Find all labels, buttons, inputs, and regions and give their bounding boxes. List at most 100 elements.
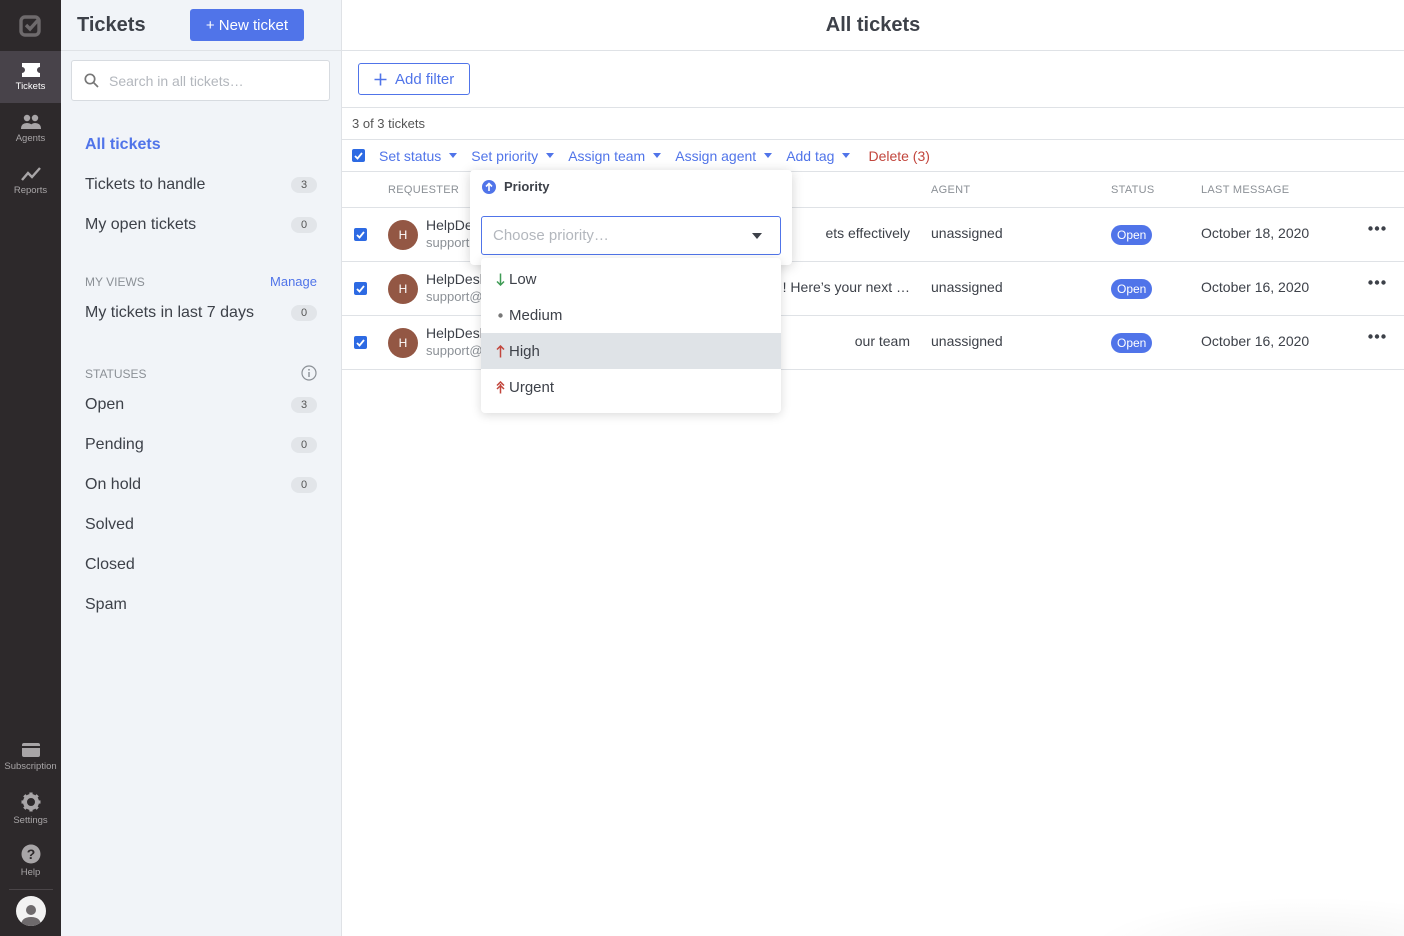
app-logo[interactable] [0,0,61,51]
bulk-actions-bar: Set status Set priority Assign team Assi… [342,140,1404,172]
priority-option-low[interactable]: Low [481,261,781,297]
ticket-agent: unassigned [931,225,1003,241]
sidebar-item-status-on-hold[interactable]: On hold 0 [85,465,317,505]
count-badge: 0 [291,437,317,453]
filter-bar: Add filter [342,51,1404,108]
assign-team-label: Assign team [568,147,646,164]
requester-avatar: H [388,274,418,304]
sidebar-item-my-open-tickets[interactable]: My open tickets 0 [85,205,317,245]
caret-down-icon [842,153,851,158]
rail-label: Reports [13,185,48,196]
priority-select[interactable]: Choose priority… [481,216,781,255]
subscription-icon [21,743,40,757]
requester-name: HelpDesk [426,271,487,287]
add-filter-label: Add filter [395,70,455,88]
rail-item-subscription[interactable]: Subscription [0,731,61,783]
info-icon[interactable] [301,365,317,381]
add-tag-button[interactable]: Add tag [786,147,851,164]
search-input[interactable] [109,72,317,89]
check-icon [354,151,363,160]
rail-label: Help [20,867,41,878]
priority-option-high[interactable]: High [481,333,781,369]
last-message-date: October 16, 2020 [1201,333,1310,349]
status-badge[interactable]: Open [1111,279,1153,299]
ticket-agent: unassigned [931,333,1003,349]
assign-team-button[interactable]: Assign team [568,147,662,164]
count-badge: 3 [291,397,317,413]
row-checkbox[interactable] [354,228,367,241]
caret-down-icon [449,153,458,158]
sidebar-item-label: Tickets to handle [85,176,206,193]
rail-item-help[interactable]: ? Help [0,835,61,887]
requester-avatar: H [388,328,418,358]
row-checkbox[interactable] [354,336,367,349]
sidebar-item-my-tickets-last-7-days[interactable]: My tickets in last 7 days 0 [85,293,317,333]
user-avatar[interactable] [15,896,46,926]
ticket-icon [21,63,40,77]
sidebar-item-label: My tickets in last 7 days [85,304,254,321]
status-badge[interactable]: Open [1111,333,1153,353]
select-all-checkbox[interactable] [352,149,365,162]
priority-option-medium[interactable]: Medium [481,297,781,333]
sidebar-item-status-pending[interactable]: Pending 0 [85,425,317,465]
sidebar-item-label: Open [85,396,125,413]
gear-icon [21,792,40,812]
user-icon [20,905,41,926]
manage-views-link[interactable]: Manage [270,274,317,289]
search-box[interactable] [71,60,330,101]
statuses-section: Statuses [85,355,317,385]
sidebar-item-label: Pending [85,436,144,453]
ticket-count: 3 of 3 tickets [342,108,1404,140]
column-header-requester[interactable]: Requester [388,184,459,196]
assign-agent-button[interactable]: Assign agent [675,147,773,164]
new-ticket-button[interactable]: + New ticket [189,9,304,41]
column-header-status[interactable]: Status [1111,184,1155,196]
sidebar-item-tickets-to-handle[interactable]: Tickets to handle 3 [85,165,317,205]
rail-item-tickets[interactable]: Tickets [0,51,61,103]
count-badge: 0 [291,305,317,321]
reports-icon [20,167,41,181]
set-status-button[interactable]: Set status [379,148,458,164]
set-priority-button[interactable]: Set priority [471,148,555,164]
more-options-icon[interactable] [1368,280,1386,285]
section-heading: My views [85,275,145,289]
sidebar-item-status-solved[interactable]: Solved [85,505,317,545]
delete-button[interactable]: Delete (3) [868,148,929,164]
more-options-icon[interactable] [1368,334,1386,339]
requester-email: support@ [426,343,483,358]
sidebar-item-status-open[interactable]: Open 3 [85,385,317,425]
my-views-section: My views Manage [85,263,317,293]
rail-item-settings[interactable]: Settings [0,783,61,835]
popover-title: Priority [482,179,550,194]
sidebar-item-status-spam[interactable]: Spam [85,585,317,625]
status-badge[interactable]: Open [1111,225,1153,245]
sidebar-item-all-tickets[interactable]: All tickets [85,125,317,165]
option-label: Low [509,270,537,288]
help-icon: ? [21,844,40,864]
count-badge: 0 [291,477,317,493]
rail-label: Settings [13,815,48,826]
option-label: Medium [509,306,563,324]
logo-icon [18,14,41,37]
column-header-last-message[interactable]: Last message [1201,184,1289,196]
rail-item-reports[interactable]: Reports [0,155,61,207]
more-options-icon[interactable] [1368,226,1386,231]
caret-down-icon [752,232,762,239]
requester-name: HelpDesk [426,325,487,341]
check-icon [356,284,365,293]
sidebar-nav: All tickets Tickets to handle 3 My open … [61,101,341,625]
row-checkbox[interactable] [354,282,367,295]
add-filter-button[interactable]: Add filter [358,63,471,95]
requester-email: support [426,235,470,250]
sidebar-item-label: My open tickets [85,216,197,233]
dot-icon [497,312,503,318]
bottom-shadow [1082,896,1404,936]
rail-item-agents[interactable]: Agents [0,103,61,155]
sidebar-item-status-closed[interactable]: Closed [85,545,317,585]
requester-avatar: H [388,220,418,250]
assign-agent-label: Assign agent [675,147,757,164]
sidebar-title: Tickets [77,13,146,36]
column-header-agent[interactable]: Agent [931,184,970,196]
add-tag-label: Add tag [786,147,835,164]
priority-option-urgent[interactable]: Urgent [481,369,781,405]
